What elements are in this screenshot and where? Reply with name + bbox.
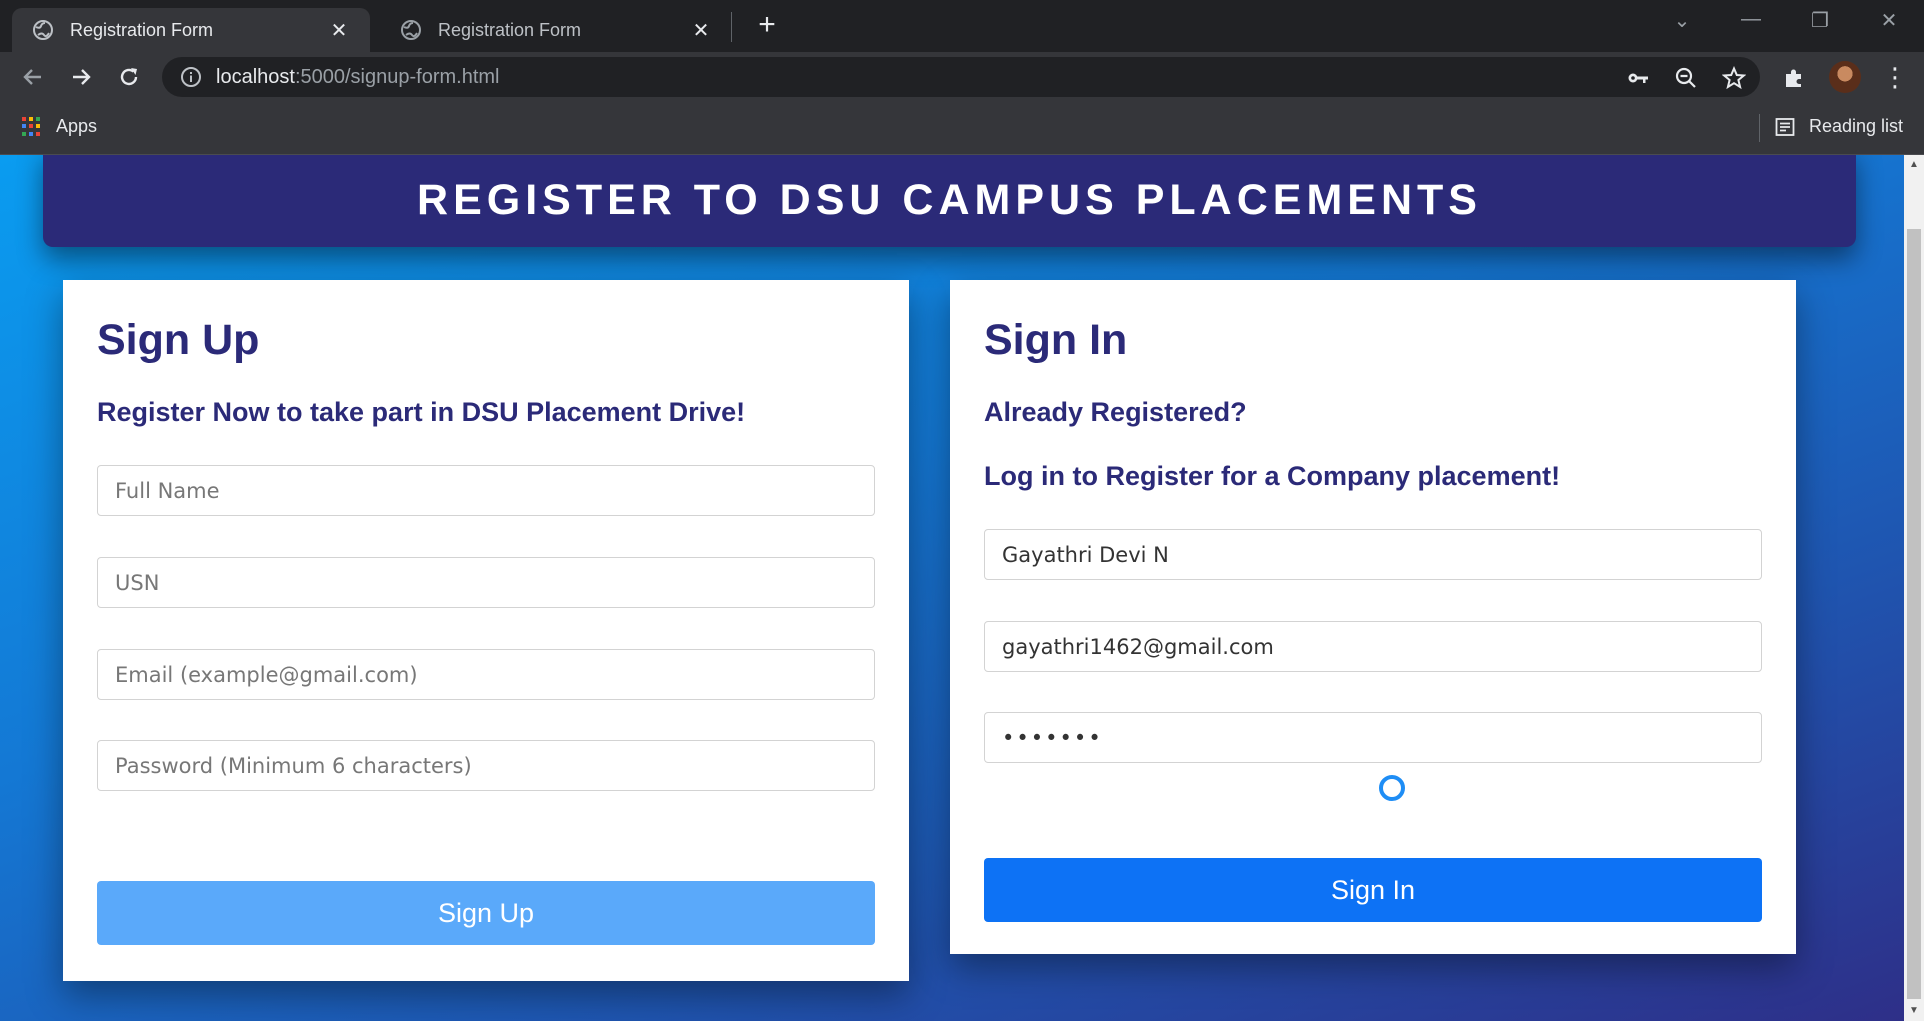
tab-registration-form[interactable]: Registration Form ✕ xyxy=(380,8,732,52)
signin-name-input[interactable] xyxy=(984,529,1762,580)
apps-grid-icon xyxy=(22,116,42,137)
apps-label: Apps xyxy=(56,116,98,136)
url-host: localhost xyxy=(216,65,295,88)
tab-search-chevron-icon[interactable]: ⌄ xyxy=(1667,8,1697,33)
usn-input[interactable] xyxy=(97,557,875,608)
tab-title: Registration Form xyxy=(438,19,582,40)
reload-icon[interactable] xyxy=(114,62,144,92)
password-input[interactable] xyxy=(97,740,875,791)
reading-list-icon xyxy=(1775,117,1795,137)
close-tab-icon[interactable]: ✕ xyxy=(690,18,712,43)
more-menu-icon[interactable]: ⋮ xyxy=(1882,64,1908,90)
page-viewport: REGISTER TO DSU CAMPUS PLACEMENTS Sign U… xyxy=(0,155,1904,1021)
minimize-icon[interactable]: — xyxy=(1736,8,1766,31)
close-tab-icon[interactable]: ✕ xyxy=(328,18,350,43)
scroll-up-arrow-icon[interactable]: ▲ xyxy=(1904,155,1924,175)
page-banner: REGISTER TO DSU CAMPUS PLACEMENTS xyxy=(43,155,1856,247)
signin-email-input[interactable] xyxy=(984,621,1762,672)
page-title: REGISTER TO DSU CAMPUS PLACEMENTS xyxy=(417,175,1482,224)
tab-strip: Registration Form ✕ Registration Form ✕ … xyxy=(0,0,1924,52)
scroll-down-arrow-icon[interactable]: ▼ xyxy=(1904,1001,1924,1021)
sign-up-button[interactable]: Sign Up xyxy=(97,881,875,945)
url-path: :5000/signup-form.html xyxy=(294,65,500,88)
signup-heading: Sign Up xyxy=(97,316,260,364)
tab-registration-form-active[interactable]: Registration Form ✕ xyxy=(12,8,370,52)
tab-title: Registration Form xyxy=(70,19,214,40)
address-bar[interactable]: localhost:5000/signup-form.html xyxy=(162,57,1760,97)
page-scrollbar[interactable]: ▲ ▼ xyxy=(1904,155,1924,1021)
full-name-input[interactable] xyxy=(97,465,875,516)
reading-list-label: Reading list xyxy=(1809,116,1904,136)
signin-password-input[interactable] xyxy=(984,712,1762,763)
sign-in-button[interactable]: Sign In xyxy=(984,858,1762,922)
forward-arrow-icon[interactable] xyxy=(66,62,96,92)
browser-chrome: Registration Form ✕ Registration Form ✕ … xyxy=(0,0,1924,155)
signup-card: Sign Up Register Now to take part in DSU… xyxy=(63,280,909,981)
new-tab-button[interactable]: + xyxy=(752,10,782,40)
scrollbar-thumb[interactable] xyxy=(1907,229,1921,999)
site-info-icon[interactable] xyxy=(180,66,202,88)
globe-icon xyxy=(400,19,422,41)
bookmarks-bar: Apps Reading list xyxy=(0,102,1924,155)
click-indicator-ring xyxy=(1379,775,1405,801)
back-arrow-icon[interactable] xyxy=(18,62,48,92)
email-input[interactable] xyxy=(97,649,875,700)
zoom-out-icon[interactable] xyxy=(1674,66,1698,90)
reading-list-button[interactable]: Reading list xyxy=(1775,116,1903,137)
apps-shortcut[interactable]: Apps xyxy=(22,116,97,137)
globe-icon xyxy=(32,19,54,41)
close-window-icon[interactable]: ✕ xyxy=(1874,8,1904,33)
signin-subheading-registered: Already Registered? xyxy=(984,397,1247,427)
key-icon[interactable] xyxy=(1626,66,1650,90)
signin-card: Sign In Already Registered? Log in to Re… xyxy=(950,280,1796,954)
url-text: localhost:5000/signup-form.html xyxy=(216,66,499,89)
extensions-puzzle-icon[interactable] xyxy=(1782,66,1806,90)
signin-heading: Sign In xyxy=(984,316,1128,364)
bookmarks-separator xyxy=(1759,114,1760,142)
tab-separator xyxy=(731,12,732,42)
browser-toolbar: localhost:5000/signup-form.html ⋮ xyxy=(0,52,1924,102)
signup-subheading: Register Now to take part in DSU Placeme… xyxy=(97,397,746,427)
signin-subheading-login: Log in to Register for a Company placeme… xyxy=(984,461,1561,491)
restore-icon[interactable]: ❐ xyxy=(1805,8,1835,33)
bookmark-star-icon[interactable] xyxy=(1722,66,1746,90)
profile-avatar[interactable] xyxy=(1829,61,1861,93)
